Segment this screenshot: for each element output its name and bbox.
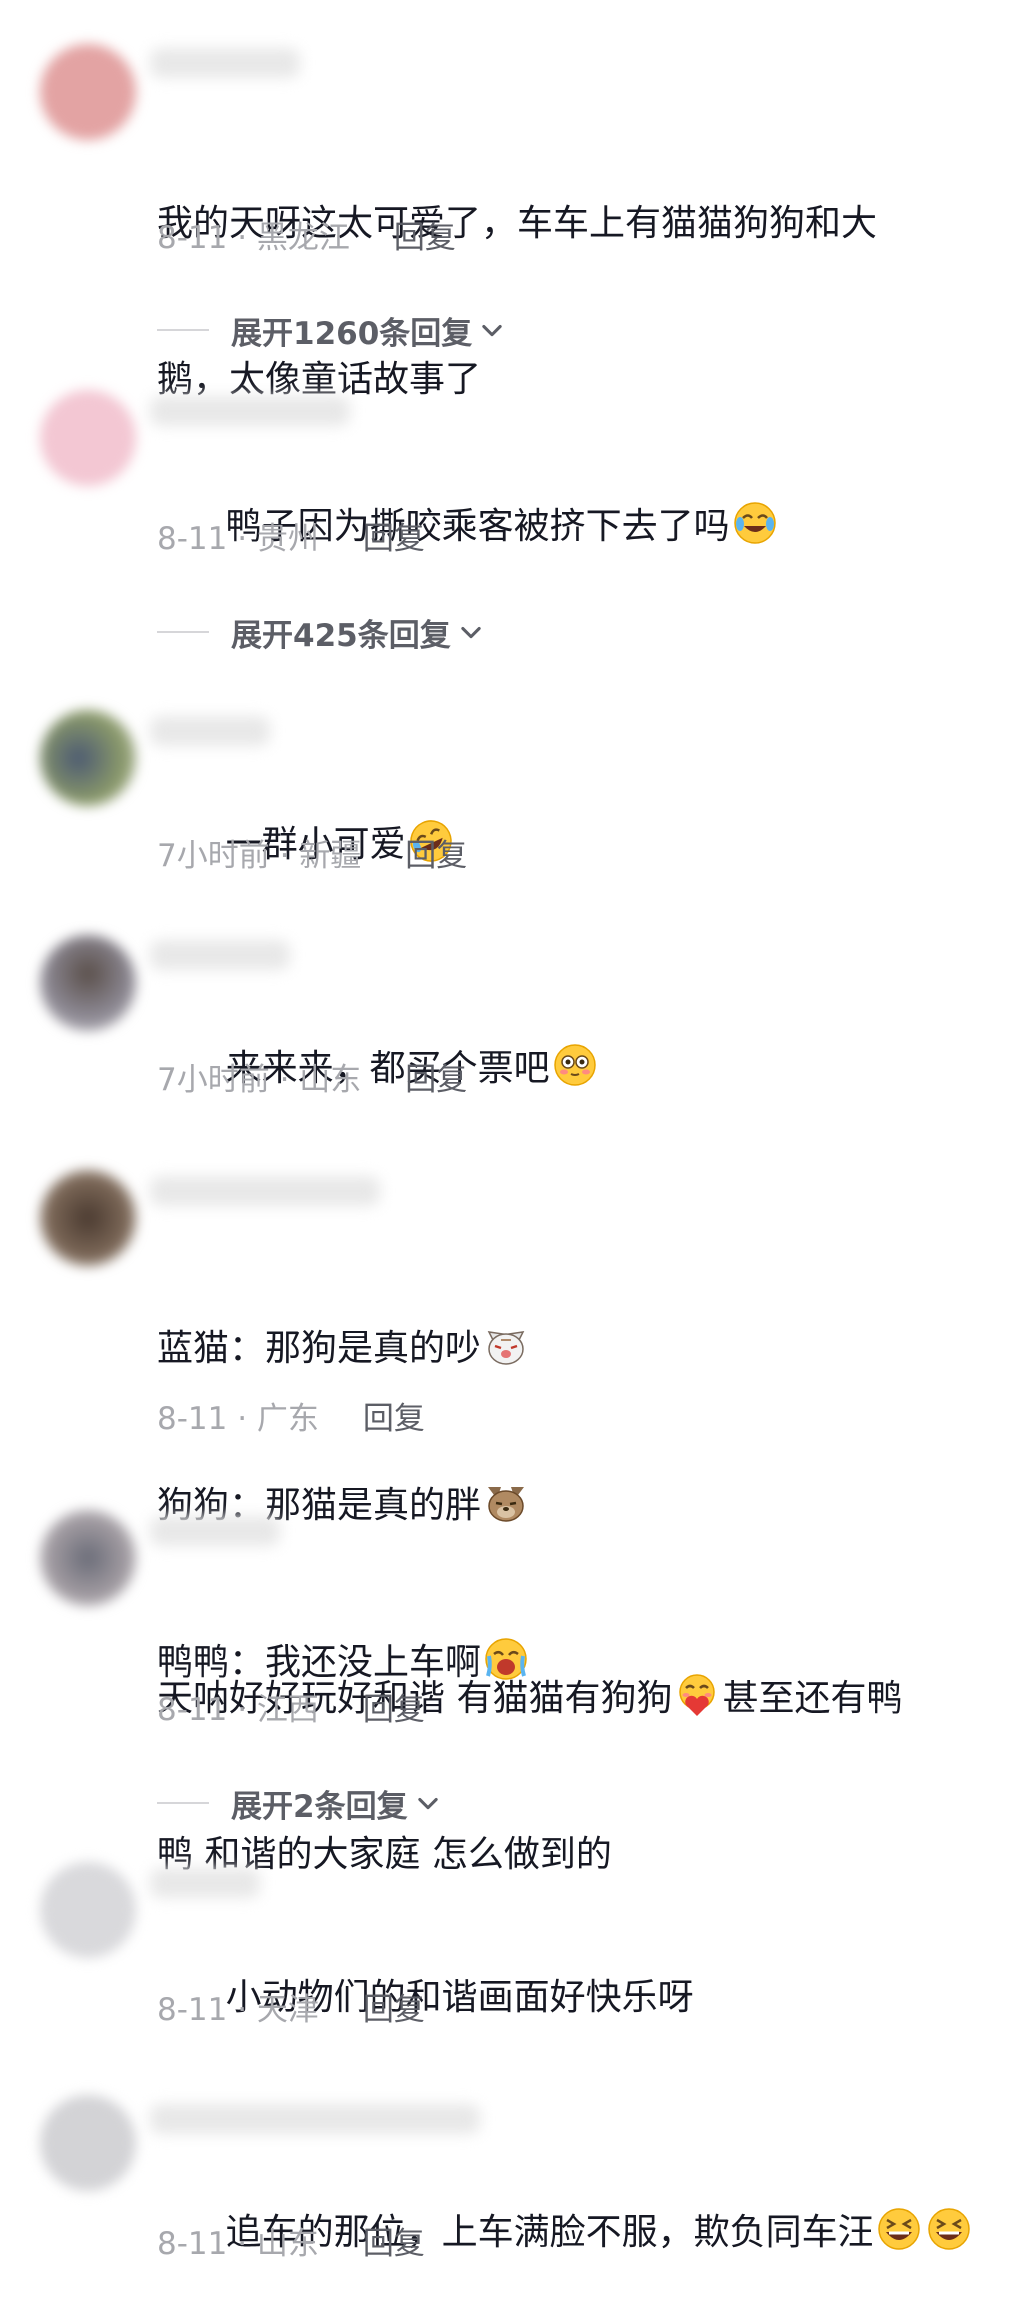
comment-text-segment: 甚至还有鸭 <box>722 1678 903 1719</box>
avatar[interactable] <box>40 1862 136 1958</box>
comment-meta: 7小时前 · 山东 回复 <box>157 1058 467 1102</box>
expand-replies-label: 展开425条回复 <box>231 617 451 654</box>
grinning-squint-emoji <box>877 2208 920 2250</box>
reply-button[interactable]: 回复 <box>394 216 456 260</box>
heart-hugging-emoji <box>679 1674 716 1716</box>
crying-laughing-emoji <box>733 502 776 544</box>
username-blurred <box>150 396 350 426</box>
comment-date-location: 8-11 · 山东 <box>157 2226 319 2262</box>
reply-button[interactable]: 回复 <box>405 834 467 878</box>
comment-date-location: 7小时前 · 山东 <box>157 1062 362 1098</box>
reply-button[interactable]: 回复 <box>363 1688 425 1732</box>
avatar[interactable] <box>40 390 136 486</box>
divider-dash <box>157 329 209 331</box>
comment-meta: 8-11 · 黑龙江 回复 <box>157 216 456 260</box>
username-blurred <box>150 940 290 970</box>
avatar[interactable] <box>40 710 136 806</box>
expand-replies-button[interactable]: 展开1260条回复 <box>157 308 506 352</box>
reply-button[interactable]: 回复 <box>363 517 425 561</box>
username-blurred <box>150 1176 380 1206</box>
grinning-squint-emoji <box>927 2208 970 2250</box>
comment-date-location: 8-11 · 贵州 <box>157 521 319 557</box>
expand-replies-button[interactable]: 展开2条回复 <box>157 1781 442 1825</box>
comment-date-location: 7小时前 · 新疆 <box>157 838 362 874</box>
avatar[interactable] <box>40 44 136 140</box>
comment-list: 我的天呀这太可爱了，车车上有猫猫狗狗和大 鹅，太像童话故事了 8-11 · 黑龙… <box>0 0 1024 2304</box>
expand-replies-label: 展开1260条回复 <box>231 315 473 352</box>
chevron-down-icon <box>417 1797 438 1810</box>
comment-text-line: 蓝猫：那狗是真的吵 <box>157 1322 984 1375</box>
cat-face-emoji <box>487 1331 525 1365</box>
flushed-emoji <box>553 1044 596 1086</box>
comment-meta: 7小时前 · 新疆 回复 <box>157 834 467 878</box>
chevron-down-icon <box>461 626 481 639</box>
reply-button[interactable]: 回复 <box>363 2222 425 2266</box>
expand-replies-button[interactable]: 展开425条回复 <box>157 610 485 654</box>
avatar[interactable] <box>40 1510 136 1606</box>
avatar[interactable] <box>40 2095 136 2191</box>
comment-text-line: 狗狗：那猫是真的胖 <box>157 1479 984 1532</box>
comment-meta: 8-11 · 山东 回复 <box>157 2222 425 2266</box>
comment-meta: 8-11 · 天津 回复 <box>157 1988 425 2032</box>
username-blurred <box>150 48 300 78</box>
comment-date-location: 8-11 · 黑龙江 <box>157 220 350 256</box>
reply-button[interactable]: 回复 <box>363 1397 425 1441</box>
reply-button[interactable]: 回复 <box>363 1988 425 2032</box>
divider-dash <box>157 1802 209 1804</box>
comment-text-line: 鸭 和谐的大家庭 怎么做到的 <box>157 1834 612 1875</box>
reply-button[interactable]: 回复 <box>405 1058 467 1102</box>
avatar[interactable] <box>40 1170 136 1266</box>
comment-meta: 8-11 · 江西 回复 <box>157 1688 425 1732</box>
username-blurred <box>150 1516 280 1546</box>
dog-face-emoji <box>488 1487 525 1522</box>
expand-replies-label: 展开2条回复 <box>231 1788 408 1825</box>
divider-dash <box>157 631 209 633</box>
comment-meta: 8-11 · 广东 回复 <box>157 1397 425 1441</box>
avatar[interactable] <box>40 935 136 1031</box>
comment-date-location: 8-11 · 江西 <box>157 1692 319 1728</box>
comment-date-location: 8-11 · 广东 <box>157 1401 319 1437</box>
comment-date-location: 8-11 · 天津 <box>157 1992 319 2028</box>
chevron-down-icon <box>482 324 502 337</box>
comment-text-segment: 蓝猫：那狗是真的吵 <box>157 1328 482 1369</box>
username-blurred <box>150 1868 260 1898</box>
comment-meta: 8-11 · 贵州 回复 <box>157 517 425 561</box>
username-blurred <box>150 716 270 746</box>
username-blurred <box>150 2104 480 2134</box>
